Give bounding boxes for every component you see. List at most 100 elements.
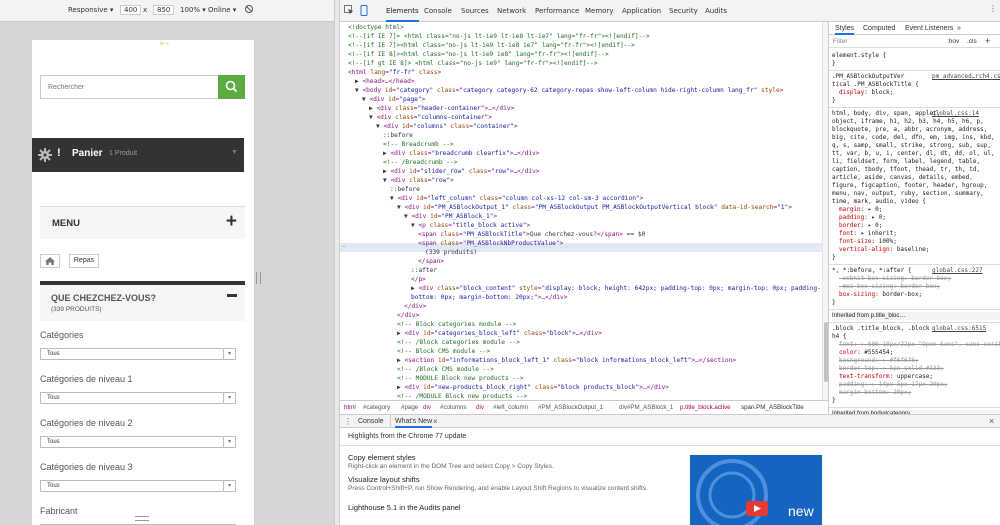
styles-tab[interactable]: Event Listeners <box>905 25 953 32</box>
css-value[interactable]: border-box; <box>911 275 951 282</box>
hover-state-toggle[interactable]: :hov <box>947 38 959 45</box>
css-value[interactable]: border-box; <box>900 283 940 290</box>
css-value[interactable]: 20px; <box>893 389 911 396</box>
breadcrumb-crumb[interactable]: div <box>423 404 431 411</box>
dom-node-line[interactable]: </div> <box>404 302 426 311</box>
breadcrumb-home[interactable] <box>40 254 60 268</box>
dom-node-line[interactable]: </p> <box>411 275 426 284</box>
network-throttle-select[interactable]: Online ▾ <box>208 6 236 14</box>
filter-select[interactable]: Tous ▾ <box>40 348 236 360</box>
dom-node-line[interactable]: <!--[if IE 8]><html class="no-js lt-ie9 … <box>348 50 609 59</box>
close-drawer-icon[interactable]: × <box>989 416 994 426</box>
dom-node-line[interactable]: <!-- /Block categories module --> <box>397 338 520 347</box>
css-property[interactable]: font <box>839 230 853 237</box>
tab-audits[interactable]: Audits <box>705 7 727 15</box>
stylesheet-link[interactable]: pm_advanced…rch4.css:35 <box>932 73 1000 81</box>
dom-node-line[interactable]: ▶ <div id="new-products_block_right" cla… <box>397 383 669 392</box>
breadcrumb-crumb[interactable]: #left_column <box>493 404 528 411</box>
device-toggle-icon[interactable] <box>359 5 369 18</box>
styles-tab[interactable]: Computed <box>863 25 895 32</box>
css-value[interactable]: block; <box>872 89 894 96</box>
dom-node-line[interactable]: ▼ <div id="PM_ASBlockOutput_1" class="PM… <box>397 203 792 212</box>
css-value[interactable]: #555454; <box>864 349 893 356</box>
css-property[interactable]: margin <box>839 206 861 213</box>
css-property[interactable]: box-sizing <box>839 291 875 298</box>
resize-handle-right[interactable] <box>256 272 261 284</box>
dom-node-line[interactable]: ▼ <div class="row"> <box>383 176 454 185</box>
dom-node-line[interactable]: <!-- Breadcrumb --> <box>383 140 454 149</box>
dom-node-line[interactable]: ▼ <p class="title_block active"> <box>411 221 530 230</box>
dom-node-line[interactable]: <!doctype html> <box>348 23 404 32</box>
breadcrumb-crumb[interactable]: div#PM_ASBlock_1 <box>619 404 673 411</box>
dom-node-line[interactable]: ::after <box>411 266 437 275</box>
close-tab-icon[interactable]: × <box>433 417 438 426</box>
dom-node-line[interactable]: <span class="PM_ASBlockNbProductValue"> <box>418 239 563 248</box>
css-value[interactable]: ▸ 5px solid #333; <box>882 365 943 372</box>
width-input[interactable]: 400 <box>120 5 142 15</box>
css-value[interactable]: ▸ #f6f6f6; <box>882 357 918 364</box>
dom-node-line[interactable]: ▼ <div id="page"> <box>362 95 425 104</box>
dom-node-line[interactable]: ::before <box>390 185 420 194</box>
search-button[interactable] <box>218 75 245 99</box>
css-value[interactable]: ▸ 14px 5px 17px 20px; <box>872 381 948 388</box>
dom-node-line[interactable]: <!--[if gt IE 8]> <html class="no-js ie9… <box>348 59 598 68</box>
breadcrumb-item[interactable]: Repas <box>69 254 99 268</box>
css-property[interactable]: border-top <box>839 365 875 372</box>
drawer-tab-whats-new[interactable]: What's New <box>395 418 433 428</box>
dom-node-line[interactable]: <!-- /Breadcrumb --> <box>383 158 458 167</box>
filter-block-header[interactable]: QUE CHEZCHEZ-VOUS? (339 PRODUITS) <box>40 281 245 321</box>
dom-node-line[interactable]: bottom: 0px; margin-bottom: 20px;">…</di… <box>411 293 567 302</box>
tab-console[interactable]: Console <box>424 7 452 15</box>
breadcrumb-crumb[interactable]: div <box>476 404 484 411</box>
css-property[interactable]: padding <box>839 381 864 388</box>
css-property[interactable]: -webkit-box-sizing <box>839 275 904 282</box>
css-value[interactable]: ▸ 0; <box>868 206 882 213</box>
tab-performance[interactable]: Performance <box>535 7 579 15</box>
height-input[interactable]: 850 <box>153 5 175 15</box>
menu-toggle[interactable]: MENU + <box>40 206 245 239</box>
tab-elements[interactable]: Elements <box>386 7 419 22</box>
dom-node-line[interactable]: <!-- MODULE Block new products --> <box>397 374 524 383</box>
dom-node-line[interactable]: <!-- Block CMS module --> <box>397 347 490 356</box>
breadcrumb-crumb[interactable]: #category <box>363 404 390 411</box>
filter-select[interactable]: Tous ▾ <box>40 392 236 404</box>
breadcrumb-crumb[interactable]: #columns <box>440 404 466 411</box>
dom-node-line[interactable]: (339 produits) <box>425 248 477 257</box>
css-value[interactable]: border-box; <box>882 291 922 298</box>
dom-node-line[interactable]: ::before <box>383 131 413 140</box>
dom-node-line[interactable]: ▶ <div id="slider_row" class="row">…</di… <box>383 167 540 176</box>
css-property[interactable]: font-size <box>839 238 872 245</box>
dom-node-line[interactable]: ▶ <div id="categories_block_left" class=… <box>397 329 602 338</box>
css-value[interactable]: 100%; <box>879 238 897 245</box>
rotate-icon[interactable] <box>244 4 254 16</box>
breadcrumb-crumb[interactable]: #PM_ASBlockOutput_1 <box>538 404 603 411</box>
dom-node-line[interactable]: <!-- /Block CMS module --> <box>397 365 494 374</box>
styles-tab[interactable]: Styles <box>835 25 855 35</box>
search-input[interactable] <box>41 76 217 98</box>
css-value[interactable]: baseline; <box>897 246 930 253</box>
breadcrumb-crumb[interactable]: span.PM_ASBlockTitle <box>741 404 804 411</box>
dom-node-line[interactable]: </span> <box>418 257 444 266</box>
css-value[interactable]: ▸ 600 18px/22px "Open Sans", sans-serif; <box>861 341 1000 348</box>
dom-node-line[interactable]: <!-- /MODULE Block new products --> <box>397 392 527 400</box>
styles-tab[interactable]: » <box>957 25 961 32</box>
breadcrumb-crumb[interactable]: html <box>344 404 356 411</box>
dom-node-line[interactable]: <html lang="fr-fr" class> <box>348 68 441 77</box>
drawer-tab-console[interactable]: Console <box>358 418 384 425</box>
cart-bar[interactable]: ! Panier 1 Produit ▼ <box>32 138 244 172</box>
css-property[interactable]: color <box>839 349 857 356</box>
tab-application[interactable]: Application <box>622 7 661 15</box>
class-toggle[interactable]: .cls <box>967 38 977 45</box>
dom-node-line[interactable]: <span class="PM_ASBlockTitle">Que cherch… <box>418 230 645 239</box>
css-value[interactable]: ▸ inherit; <box>861 230 897 237</box>
css-value[interactable]: ▸ 0; <box>872 214 886 221</box>
dom-node-line[interactable]: ▼ <div id="columns" class="container"> <box>376 122 518 131</box>
more-icon[interactable]: ⋮ <box>989 4 997 13</box>
tab-memory[interactable]: Memory <box>585 7 613 15</box>
dom-node-line[interactable]: ▼ <div id="PM_ASBlock_1"> <box>404 212 497 221</box>
stylesheet-link[interactable]: global.css:14 <box>932 110 979 118</box>
dom-node-line[interactable]: </div> <box>397 311 419 320</box>
breadcrumb-crumb[interactable]: p.title_block.active <box>680 404 731 411</box>
zoom-select[interactable]: 100% ▾ <box>180 6 206 14</box>
dom-node-line[interactable]: ▶ <div class="breadcrumb clearfix">…</di… <box>383 149 540 158</box>
